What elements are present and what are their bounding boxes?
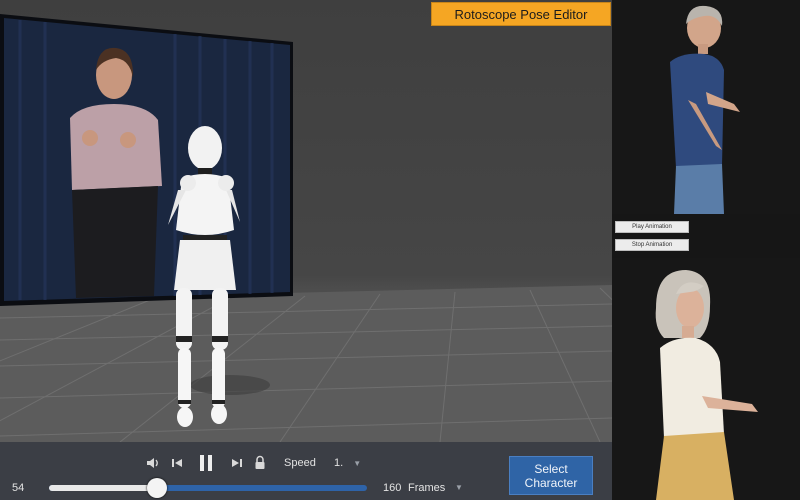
current-frame-number: 54 — [12, 482, 25, 494]
rotoscope-pose-editor-button[interactable]: Rotoscope Pose Editor — [431, 2, 611, 26]
floor-grid — [0, 285, 612, 442]
timeline-progress-fill — [49, 485, 158, 491]
skip-back-icon[interactable] — [171, 456, 183, 470]
play-animation-button[interactable]: Play Animation — [615, 221, 689, 233]
male-character-preview[interactable] — [612, 0, 800, 214]
timeline-slider[interactable] — [49, 478, 367, 498]
speed-label: Speed — [284, 457, 316, 469]
viewport-scene — [0, 14, 612, 442]
speed-dropdown[interactable]: 1. ▼ — [334, 455, 368, 471]
total-frames-value[interactable]: 160 — [383, 482, 401, 494]
lock-icon[interactable] — [254, 455, 266, 470]
female-character-preview[interactable] — [612, 258, 800, 500]
chevron-down-icon[interactable]: ▼ — [455, 483, 463, 492]
chevron-down-icon: ▼ — [353, 458, 362, 468]
timeline-handle[interactable] — [147, 478, 168, 498]
character-preview-panel: Play Animation Stop Animation — [612, 0, 800, 500]
speed-value: 1. — [334, 457, 344, 469]
frames-label: Frames — [408, 482, 446, 494]
pause-icon[interactable] — [198, 453, 214, 473]
reference-video-screen — [0, 14, 293, 306]
stop-animation-button[interactable]: Stop Animation — [615, 239, 689, 251]
select-character-button[interactable]: Select Character — [509, 456, 593, 495]
scene-viewport[interactable]: Rotoscope Pose Editor — [0, 0, 612, 500]
volume-icon[interactable] — [146, 456, 160, 470]
skip-forward-icon[interactable] — [231, 456, 243, 470]
